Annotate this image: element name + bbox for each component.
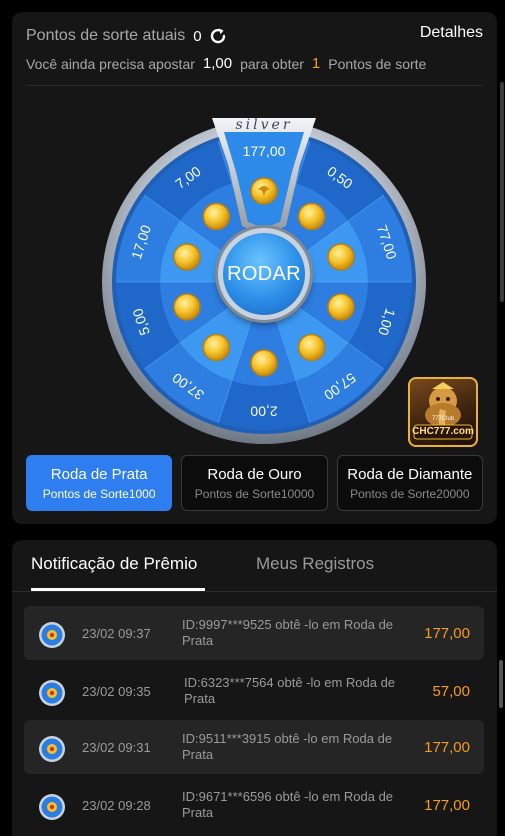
casino-logo[interactable]: CHC777.com 777Club <box>408 377 478 447</box>
wheel-coin <box>297 202 326 231</box>
wheel-coin <box>202 202 231 231</box>
list-item: 23/02 09:37 ID:9997***9525 obtê -lo em R… <box>24 606 484 660</box>
spin-button[interactable]: RODAR <box>218 228 310 320</box>
refresh-icon[interactable] <box>208 26 228 46</box>
notification-time: 23/02 09:35 <box>82 684 151 699</box>
casino-logo-subtext: 777Club <box>431 416 455 422</box>
tier-silver-button[interactable]: Roda de Prata Pontos de Sorte1000 <box>26 455 173 511</box>
tier-gold-points: Pontos de Sorte10000 <box>194 486 315 501</box>
notification-amount: 177,00 <box>424 797 470 814</box>
tier-diamond-points: Pontos de Sorte20000 <box>350 486 470 501</box>
list-scrollbar[interactable] <box>499 660 503 708</box>
wheel-badge-icon <box>38 793 66 821</box>
wheel-panel: Pontos de sorte atuais 0 Detalhes Você a… <box>12 12 497 524</box>
bet-requirement-middle: para obter <box>240 55 304 72</box>
tier-gold-button[interactable]: Roda de Ouro Pontos de Sorte10000 <box>181 455 328 511</box>
bet-requirement-points: 1 <box>311 55 321 72</box>
prize-wheel: 0,50 77,00 1,00 57,00 2,00 37,00 5,00 17,00 7,00… <box>94 104 434 444</box>
notification-time: 23/02 09:37 <box>82 626 151 641</box>
notification-description: ID:9997***9525 obtê -lo em Roda de Prata <box>182 617 394 648</box>
wheel-tier-label: silver <box>235 117 292 133</box>
tab-my-records[interactable]: Meus Registros <box>256 554 374 574</box>
tier-gold-name: Roda de Ouro <box>207 465 302 483</box>
wheel-badge-icon <box>38 621 66 649</box>
wheel-badge-icon <box>38 735 66 763</box>
notification-time: 23/02 09:31 <box>82 740 151 755</box>
wheel-coin <box>327 293 355 321</box>
bet-requirement-suffix: Pontos de sorte <box>328 55 427 72</box>
header-divider <box>26 85 483 86</box>
wheel-segment-label: 177,00 <box>243 143 286 159</box>
details-link[interactable]: Detalhes <box>420 24 483 42</box>
wheel-coin <box>202 333 231 362</box>
notification-description: ID:9511***3915 obtê -lo em Roda de Prata <box>182 731 393 762</box>
notification-description: ID:6323***7564 obtê -lo em Roda de Prata <box>184 675 396 706</box>
notification-amount: 177,00 <box>424 625 470 642</box>
luck-points-row: Pontos de sorte atuais 0 <box>26 24 228 48</box>
active-tab-indicator <box>31 588 205 591</box>
notification-amount: 57,00 <box>432 683 470 700</box>
wheel-tier-selector: Roda de Prata Pontos de Sorte1000 Roda d… <box>26 455 483 511</box>
wheel-coin <box>297 333 326 362</box>
notification-time: 23/02 09:28 <box>82 798 151 813</box>
tier-silver-name: Roda de Prata <box>50 465 148 483</box>
tier-diamond-button[interactable]: Roda de Diamante Pontos de Sorte20000 <box>336 455 483 511</box>
list-item: 23/02 09:35 ID:6323***7564 obtê -lo em R… <box>24 664 484 718</box>
tab-bar: Notificação de Prêmio Meus Registros <box>12 540 497 592</box>
luck-points-label: Pontos de sorte atuais <box>26 27 186 44</box>
wheel-badge-icon <box>38 679 66 707</box>
luck-points-value: 0 <box>193 27 202 45</box>
bet-requirement-prefix: Você ainda precisa apostar <box>26 55 195 72</box>
notification-description: ID:9671***6596 obtê -lo em Roda de Prata <box>182 789 394 820</box>
tier-silver-points: Pontos de Sorte1000 <box>42 486 156 501</box>
prize-notification-panel: Notificação de Prêmio Meus Registros 23/… <box>12 540 497 836</box>
notification-list: 23/02 09:37 ID:9997***9525 obtê -lo em R… <box>24 602 484 836</box>
list-item: 23/02 09:31 ID:9511***3915 obtê -lo em R… <box>24 720 484 774</box>
wheel-coin <box>327 243 355 271</box>
wheel-coin <box>173 293 201 321</box>
page-scrollbar[interactable] <box>500 82 504 302</box>
bet-requirement-amount: 1,00 <box>202 55 233 72</box>
notification-amount: 177,00 <box>424 739 470 756</box>
wheel-segment-label: 2,00 <box>250 403 277 419</box>
casino-logo-text: CHC777.com <box>412 426 474 437</box>
tier-diamond-name: Roda de Diamante <box>347 465 473 483</box>
tab-prize-notification[interactable]: Notificação de Prêmio <box>31 554 197 574</box>
wheel-coin <box>250 349 278 377</box>
bet-requirement-row: Você ainda precisa apostar 1,00 para obt… <box>26 55 426 72</box>
list-item: 23/02 09:28 ID:9671***6596 obtê -lo em R… <box>24 778 484 832</box>
wheel-coin <box>173 243 201 271</box>
